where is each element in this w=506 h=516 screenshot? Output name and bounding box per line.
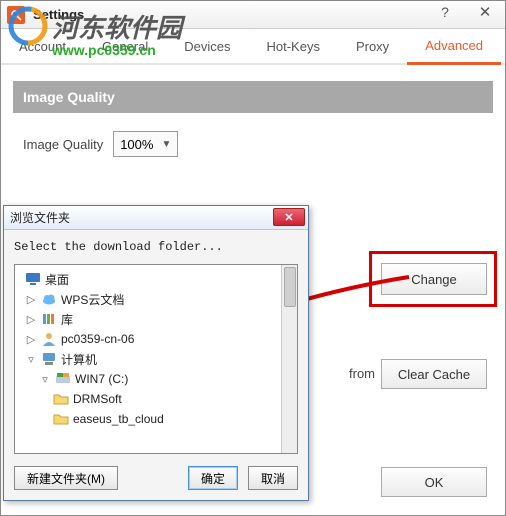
folder-icon xyxy=(53,391,69,407)
tree-scrollbar[interactable] xyxy=(281,265,297,453)
titlebar: Settings ? ✕ xyxy=(1,1,505,29)
user-icon xyxy=(41,331,57,347)
ok-button[interactable]: OK xyxy=(381,467,487,497)
scrollbar-thumb[interactable] xyxy=(284,267,296,307)
expander-icon[interactable]: ▷ xyxy=(25,313,37,326)
cloud-icon xyxy=(41,291,57,307)
browse-title: 浏览文件夹 xyxy=(10,209,70,226)
browse-footer: 新建文件夹(M) 确定 取消 xyxy=(14,466,298,490)
tab-bar: Account General Devices Hot-Keys Proxy A… xyxy=(1,29,505,65)
image-quality-label: Image Quality xyxy=(23,137,103,152)
tab-hotkeys[interactable]: Hot-Keys xyxy=(248,29,337,63)
tree-desktop[interactable]: 桌面 xyxy=(17,269,295,289)
browse-ok-button[interactable]: 确定 xyxy=(188,466,238,490)
close-icon: ✕ xyxy=(284,211,293,224)
expander-icon[interactable]: ▿ xyxy=(39,373,51,386)
expander-icon[interactable]: ▷ xyxy=(25,293,37,306)
tree-easeus[interactable]: easeus_tb_cloud xyxy=(17,409,295,429)
expander-icon[interactable]: ▿ xyxy=(25,353,37,366)
drive-icon xyxy=(55,371,71,387)
browse-titlebar: 浏览文件夹 ✕ xyxy=(4,206,308,230)
tree-label: 库 xyxy=(61,311,73,328)
tree-drmsoft[interactable]: DRMSoft xyxy=(17,389,295,409)
settings-window: Settings ? ✕ Account General Devices Hot… xyxy=(0,0,506,516)
tree-label: 计算机 xyxy=(61,351,97,368)
image-quality-select[interactable]: 100% ▼ xyxy=(113,131,178,157)
tab-proxy[interactable]: Proxy xyxy=(338,29,407,63)
tree-label: 桌面 xyxy=(45,271,69,288)
tab-account[interactable]: Account xyxy=(1,29,84,63)
change-button[interactable]: Change xyxy=(381,263,487,295)
image-quality-header: Image Quality xyxy=(13,81,493,113)
tree-win7[interactable]: ▿ WIN7 (C:) xyxy=(17,369,295,389)
browse-instruction: Select the download folder... xyxy=(4,230,308,258)
browse-folder-dialog: 浏览文件夹 ✕ Select the download folder... 桌面… xyxy=(3,205,309,501)
tree-label: DRMSoft xyxy=(73,392,122,406)
image-quality-section: Image Quality 100% ▼ xyxy=(13,113,493,181)
tree-label: WPS云文档 xyxy=(61,291,124,308)
new-folder-button[interactable]: 新建文件夹(M) xyxy=(14,466,118,490)
tree-label: pc0359-cn-06 xyxy=(61,332,134,346)
tab-devices[interactable]: Devices xyxy=(166,29,248,63)
tree-computer[interactable]: ▿ 计算机 xyxy=(17,349,295,369)
browse-cancel-button[interactable]: 取消 xyxy=(248,466,298,490)
clear-cache-button[interactable]: Clear Cache xyxy=(381,359,487,389)
tab-advanced[interactable]: Advanced xyxy=(407,29,501,65)
help-button[interactable]: ? xyxy=(425,1,465,23)
tree-label: WIN7 (C:) xyxy=(75,372,128,386)
desktop-icon xyxy=(25,271,41,287)
tree-libraries[interactable]: ▷ 库 xyxy=(17,309,295,329)
expander-icon[interactable]: ▷ xyxy=(25,333,37,346)
window-title: Settings xyxy=(33,7,84,22)
tree-wps[interactable]: ▷ WPS云文档 xyxy=(17,289,295,309)
chevron-down-icon: ▼ xyxy=(161,139,171,150)
folder-icon xyxy=(53,411,69,427)
tab-general[interactable]: General xyxy=(84,29,166,63)
content-area: Image Quality Image Quality 100% ▼ xyxy=(1,65,505,197)
library-icon xyxy=(41,311,57,327)
tree-label: easeus_tb_cloud xyxy=(73,412,164,426)
tree-pc[interactable]: ▷ pc0359-cn-06 xyxy=(17,329,295,349)
browse-close-button[interactable]: ✕ xyxy=(273,208,305,226)
app-icon xyxy=(7,6,25,24)
image-quality-value: 100% xyxy=(120,137,153,152)
from-label: from xyxy=(349,366,375,381)
computer-icon xyxy=(41,351,57,367)
close-button[interactable]: ✕ xyxy=(465,1,505,23)
folder-tree[interactable]: 桌面 ▷ WPS云文档 ▷ 库 ▷ pc0359-cn-06 ▿ 计算机 xyxy=(14,264,298,454)
